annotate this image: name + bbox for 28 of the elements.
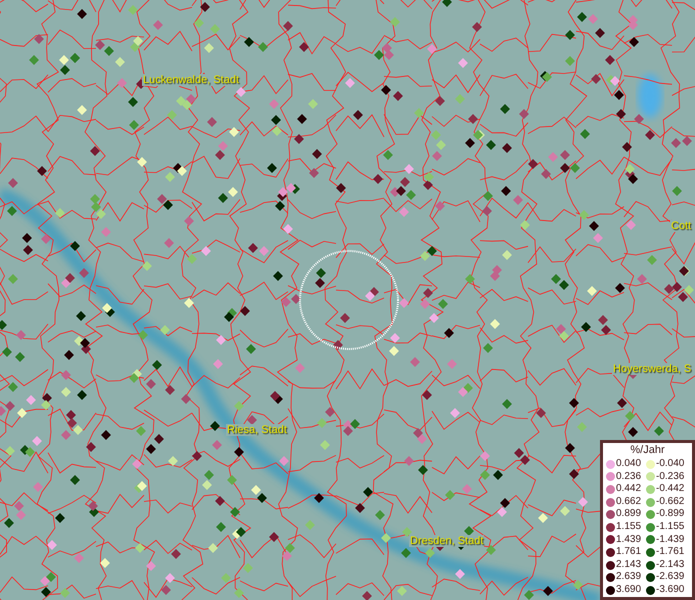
place-label: Cott: [671, 220, 692, 232]
place-label: Luckenwalde, Stadt: [143, 74, 240, 86]
place-label: Riesa, Stadt: [227, 424, 287, 436]
place-label: Hoyerswerda, S: [613, 363, 692, 375]
legend-value: 0.236: [616, 470, 642, 484]
legend-value: 0.662: [616, 496, 642, 508]
legend-value: 2.639: [616, 571, 642, 584]
legend-value: 3.690: [616, 584, 642, 597]
legend-value: 0.899: [616, 508, 642, 521]
legend-value: -0.040: [656, 458, 686, 471]
legend-value: -3.690: [656, 584, 686, 597]
legend-value: -1.439: [656, 534, 686, 546]
legend-value: 1.155: [616, 520, 642, 534]
legend-value: 1.761: [616, 546, 642, 559]
legend-value: 2.143: [616, 558, 642, 572]
legend-value: -2.639: [656, 571, 686, 584]
legend-title: %/Jahr: [629, 443, 666, 458]
legend-value: -1.155: [656, 520, 686, 534]
legend-value: -0.236: [656, 470, 686, 484]
legend-value: -0.662: [656, 496, 686, 508]
legend-value: 0.442: [616, 483, 642, 496]
legend-value: -1.761: [656, 546, 686, 559]
legend-value: -0.442: [656, 483, 686, 496]
legend-value: 1.439: [616, 534, 642, 546]
legend-value: -2.143: [656, 558, 686, 572]
legend-value: 0.040: [616, 458, 642, 471]
legend-value: -0.899: [656, 508, 686, 521]
place-label: Dresden, Stadt: [410, 535, 484, 547]
